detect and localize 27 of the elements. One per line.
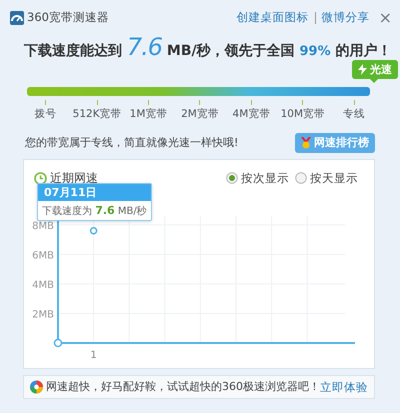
try-now-link[interactable]: 立即体验 bbox=[320, 378, 368, 396]
y-tick-label: 4MB bbox=[32, 280, 54, 292]
close-button[interactable]: × bbox=[378, 10, 392, 26]
chart-title: 近期网速 bbox=[50, 170, 98, 187]
speed-badge: 光速 bbox=[352, 60, 398, 79]
weibo-share-link[interactable]: 微博分享 bbox=[322, 9, 370, 27]
y-tick-label: 6MB bbox=[32, 250, 54, 262]
tier-label: 2M宽带 bbox=[174, 100, 226, 123]
tier-label: 拨号 bbox=[20, 100, 72, 123]
speed-headline: 下载速度能达到 7.6 MB/秒，领先于全国 99% 的用户！ bbox=[23, 32, 393, 60]
y-tick-label: 2MB bbox=[32, 310, 54, 321]
promo-text: 网速超快，好马配好鞍，试试超快的360极速浏览器吧！ bbox=[46, 379, 320, 395]
x-tick-label: 1 bbox=[90, 350, 97, 362]
tier-label: 专线 bbox=[328, 100, 380, 123]
tier-label: 1M宽带 bbox=[122, 100, 174, 123]
tier-label: 512K宽带 bbox=[71, 100, 123, 123]
ranking-button[interactable]: 网速排行榜 bbox=[295, 132, 375, 154]
tier-label: 4M宽带 bbox=[226, 100, 278, 123]
bandwidth-verdict: 您的带宽属于专线，简直就像光速一样快哦! bbox=[25, 134, 238, 151]
tooltip-text: 下载速度为 7.6 MB/秒 bbox=[41, 203, 148, 220]
y-tick-label: 8MB bbox=[32, 221, 54, 232]
option-label: 按天显示 bbox=[310, 170, 358, 187]
tooltip-date: 07月11日 bbox=[38, 184, 151, 202]
window-title: 360宽带测速器 bbox=[27, 9, 109, 26]
option-label: 按次显示 bbox=[241, 170, 289, 187]
tier-label: 10M宽带 bbox=[277, 100, 329, 123]
create-shortcut-link[interactable]: 创建桌面图标 bbox=[236, 9, 309, 27]
